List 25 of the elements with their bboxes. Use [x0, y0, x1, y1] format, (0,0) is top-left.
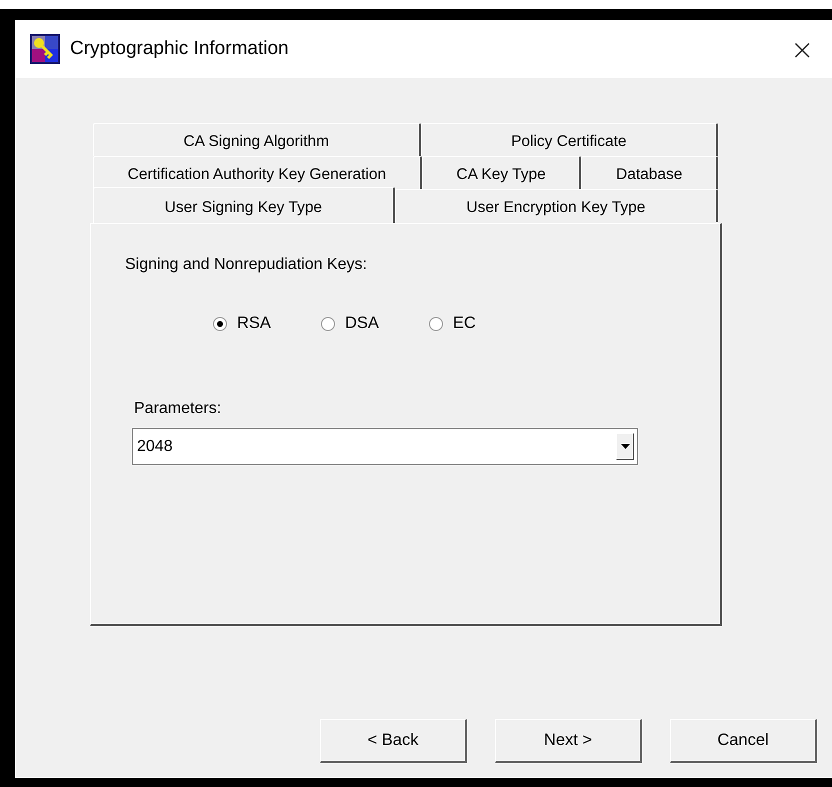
radio-circle-icon[interactable] [213, 316, 227, 330]
radio-button[interactable]: DSA [320, 314, 379, 333]
wizard-button[interactable]: Next > [495, 719, 642, 763]
radio-button[interactable]: EC [428, 314, 476, 333]
tab[interactable]: Database [581, 156, 718, 189]
window-title: Cryptographic Information [70, 38, 290, 60]
close-button[interactable]: × [782, 32, 822, 66]
key-puzzle-icon [30, 34, 60, 64]
parameters-dropdown[interactable]: 2048 [132, 428, 638, 465]
tab[interactable]: Policy Certificate [420, 123, 718, 156]
radio-label: EC [452, 314, 476, 333]
radio-button[interactable]: RSA [213, 314, 271, 333]
wizard-button[interactable]: Cancel [670, 719, 817, 763]
radio-circle-icon[interactable] [428, 316, 443, 330]
tab[interactable]: CA Key Type [422, 156, 582, 189]
radio-circle-icon[interactable] [320, 316, 335, 330]
parameters-label: Parameters: [134, 400, 222, 418]
radio-label: RSA [237, 314, 271, 333]
keys-label: Signing and Nonrepudiation Keys: [125, 256, 368, 274]
tab[interactable]: User Encryption Key Type [394, 189, 718, 222]
radio-label: DSA [344, 314, 379, 333]
tab[interactable]: User Signing Key Type [93, 187, 395, 223]
tab[interactable]: CA Signing Algorithm [93, 123, 421, 156]
wizard-button[interactable]: < Back [320, 719, 467, 763]
tab[interactable]: Certification Authority Key Generation [93, 156, 422, 189]
